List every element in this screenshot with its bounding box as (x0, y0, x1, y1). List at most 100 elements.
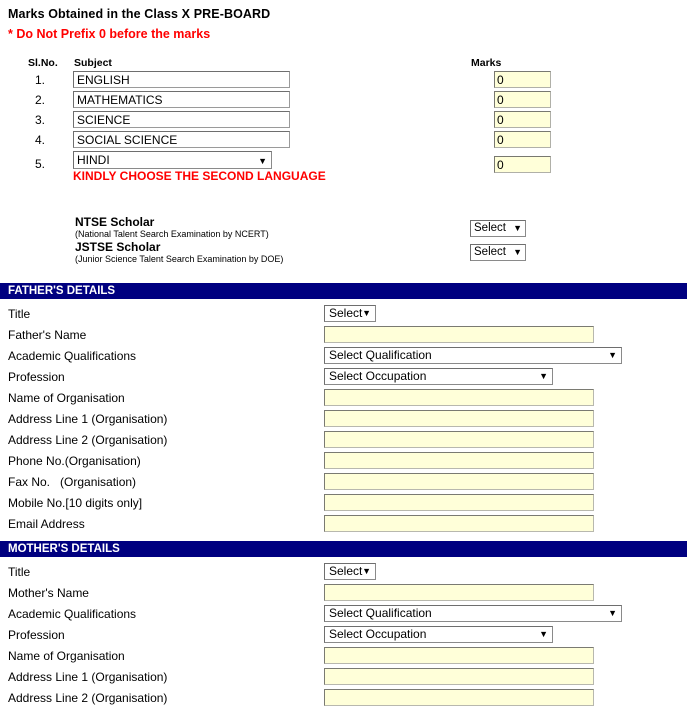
subject-select-value: HINDI (77, 153, 110, 167)
father-field-label: Academic Qualifications (8, 349, 137, 363)
column-header-subject: Subject (74, 57, 112, 69)
mothers-details-heading: MOTHER'S DETAILS (0, 541, 687, 557)
mother-field-select[interactable]: Select ▼ (324, 563, 376, 580)
father-field-row: Name of Organisation (0, 389, 687, 410)
marks-row-slno: 2. (35, 93, 46, 107)
father-field-row: Academic Qualifications Select Qualificat… (0, 347, 687, 368)
jstse-scholar-label: JSTSE Scholar (75, 240, 161, 254)
father-field-row: Address Line 1 (Organisation) (0, 410, 687, 431)
father-field-row: Mobile No.[10 digits only] (0, 494, 687, 515)
mother-field-input[interactable] (324, 689, 594, 706)
chevron-down-icon: ▼ (608, 608, 617, 618)
jstse-scholar-select-value: Select (474, 246, 506, 258)
marks-warning-note: * Do Not Prefix 0 before the marks (8, 27, 211, 41)
mother-field-input[interactable] (324, 668, 594, 685)
page-title: Marks Obtained in the Class X PRE-BOARD (8, 7, 271, 21)
mother-field-select[interactable]: Select Occupation ▼ (324, 626, 553, 643)
father-field-select[interactable]: Select ▼ (324, 305, 376, 322)
mother-field-select[interactable]: Select Qualification ▼ (324, 605, 622, 622)
second-language-note: KINDLY CHOOSE THE SECOND LANGUAGE (73, 169, 326, 183)
chevron-down-icon: ▼ (362, 566, 371, 576)
father-field-input[interactable] (324, 515, 594, 532)
father-field-row: Address Line 2 (Organisation) (0, 431, 687, 452)
mother-field-select-value: Select Qualification (329, 606, 432, 620)
chevron-down-icon: ▼ (513, 223, 522, 233)
father-field-label: Fax No. (Organisation) (8, 475, 137, 489)
marks-input[interactable] (494, 131, 551, 148)
chevron-down-icon: ▼ (513, 247, 522, 257)
father-field-row: Fax No. (Organisation) (0, 473, 687, 494)
subject-input[interactable] (73, 131, 290, 148)
marks-row-slno: 4. (35, 133, 46, 147)
chevron-down-icon: ▼ (539, 371, 548, 381)
column-header-marks: Marks (471, 57, 502, 69)
mother-field-select-value: Select Occupation (329, 627, 427, 641)
father-field-row: Title Select ▼ (0, 305, 687, 326)
subject-input[interactable] (73, 71, 290, 88)
mother-field-label: Academic Qualifications (8, 607, 137, 621)
subject-input[interactable] (73, 91, 290, 108)
mother-field-label: Address Line 1 (Organisation) (8, 670, 168, 684)
marks-row-slno: 1. (35, 73, 46, 87)
mother-field-row: Name of Organisation (0, 647, 687, 668)
father-field-row: Father's Name (0, 326, 687, 347)
father-field-input[interactable] (324, 473, 594, 490)
mother-field-select-value: Select (329, 564, 363, 578)
jstse-scholar-subtitle: (Junior Science Talent Search Examinatio… (75, 254, 284, 264)
father-field-select-value: Select (329, 306, 363, 320)
father-field-label: Address Line 2 (Organisation) (8, 433, 168, 447)
ntse-scholar-subtitle: (National Talent Search Examination by N… (75, 229, 269, 239)
father-field-select[interactable]: Select Qualification ▼ (324, 347, 622, 364)
subject-input[interactable] (73, 111, 290, 128)
marks-row: 4. (0, 131, 687, 151)
father-field-row: Email Address (0, 515, 687, 536)
mother-field-label: Profession (8, 628, 65, 642)
marks-row: 3. (0, 111, 687, 131)
mother-field-row: Address Line 2 (Organisation) (0, 689, 687, 710)
marks-row: 1. (0, 71, 687, 91)
mother-field-row: Academic Qualifications Select Qualificat… (0, 605, 687, 626)
mother-field-row: Address Line 1 (Organisation) (0, 668, 687, 689)
father-field-label: Father's Name (8, 328, 87, 342)
marks-row-slno: 5. (35, 157, 46, 171)
column-header-slno: Sl.No. (28, 57, 58, 69)
father-field-input[interactable] (324, 494, 594, 511)
father-field-label: Title (8, 307, 31, 321)
chevron-down-icon: ▼ (258, 156, 267, 166)
father-field-select[interactable]: Select Occupation ▼ (324, 368, 553, 385)
father-field-label: Address Line 1 (Organisation) (8, 412, 168, 426)
marks-input[interactable] (494, 91, 551, 108)
ntse-scholar-select-value: Select (474, 222, 506, 234)
father-field-input[interactable] (324, 410, 594, 427)
father-field-label: Email Address (8, 517, 85, 531)
mother-field-row: Mother's Name (0, 584, 687, 605)
fathers-details-heading: FATHER'S DETAILS (0, 283, 687, 299)
father-field-row: Profession Select Occupation ▼ (0, 368, 687, 389)
marks-input[interactable] (494, 111, 551, 128)
mother-field-label: Mother's Name (8, 586, 89, 600)
father-field-select-value: Select Qualification (329, 348, 432, 362)
father-field-label: Profession (8, 370, 65, 384)
father-field-label: Name of Organisation (8, 391, 125, 405)
father-field-row: Phone No.(Organisation) (0, 452, 687, 473)
father-field-label: Mobile No.[10 digits only] (8, 496, 143, 510)
mother-field-label: Title (8, 565, 31, 579)
ntse-scholar-select[interactable]: Select ▼ (470, 220, 526, 237)
ntse-scholar-label: NTSE Scholar (75, 215, 155, 229)
father-field-input[interactable] (324, 326, 594, 343)
marks-input[interactable] (494, 156, 551, 173)
jstse-scholar-select[interactable]: Select ▼ (470, 244, 526, 261)
father-field-input[interactable] (324, 452, 594, 469)
father-field-input[interactable] (324, 389, 594, 406)
mother-field-input[interactable] (324, 584, 594, 601)
marks-row-slno: 3. (35, 113, 46, 127)
chevron-down-icon: ▼ (362, 308, 371, 318)
father-field-select-value: Select Occupation (329, 369, 427, 383)
father-field-label: Phone No.(Organisation) (8, 454, 141, 468)
father-field-input[interactable] (324, 431, 594, 448)
subject-select-language[interactable]: HINDI ▼ (73, 151, 272, 169)
mother-field-input[interactable] (324, 647, 594, 664)
mother-field-row: Title Select ▼ (0, 563, 687, 584)
marks-input[interactable] (494, 71, 551, 88)
marks-row: 2. (0, 91, 687, 111)
